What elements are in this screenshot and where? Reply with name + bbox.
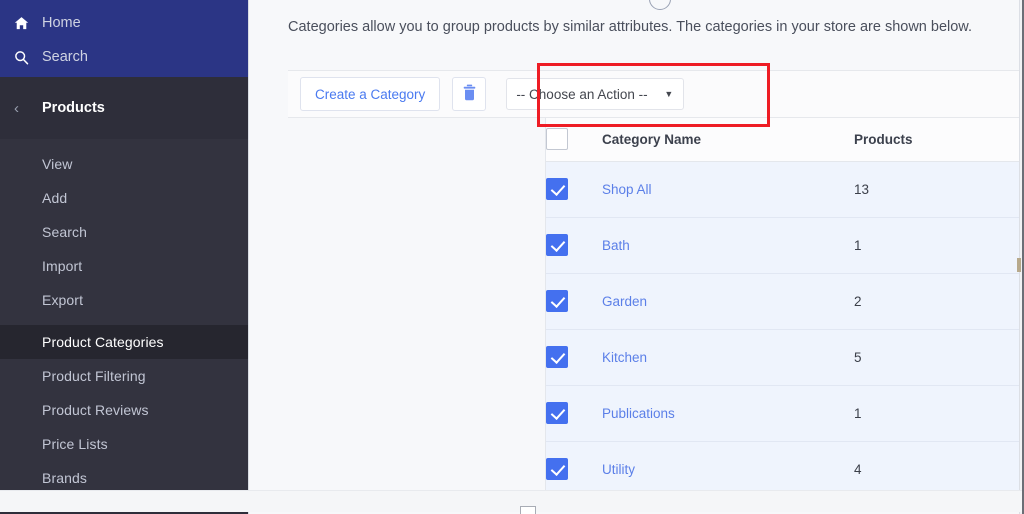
table-body: Shop All 13 Bath: [546, 161, 1022, 492]
table-header-products: Products: [854, 118, 1022, 161]
sidebar-item-price-lists-label: Price Lists: [42, 436, 108, 452]
sidebar-item-import[interactable]: Import: [0, 249, 248, 283]
delete-button[interactable]: [452, 77, 486, 111]
caret-down-icon: ▼: [664, 89, 673, 99]
categories-table: Category Name Products Shop All 13: [546, 118, 1022, 492]
product-count: 5: [854, 350, 862, 365]
row-products-cell: 1: [854, 217, 1022, 273]
sidebar-item-brands-label: Brands: [42, 470, 87, 486]
row-name-cell: Garden: [602, 273, 854, 329]
row-checkbox[interactable]: [546, 458, 568, 480]
choose-action-select-value: -- Choose an Action --: [516, 87, 647, 102]
product-count: 4: [854, 462, 862, 477]
sidebar: Home Search ‹ Products View Add: [0, 0, 248, 514]
choose-action-select[interactable]: -- Choose an Action -- ▼: [506, 78, 684, 110]
row-name-cell: Publications: [602, 385, 854, 441]
sidebar-section-products-label: Products: [42, 100, 105, 116]
row-products-cell: 13: [854, 161, 1022, 217]
product-count: 1: [854, 238, 862, 253]
sidebar-item-view-label: View: [42, 156, 73, 172]
sidebar-group-secondary: Product Categories Product Filtering Pro…: [0, 325, 248, 495]
row-name-cell: Utility: [602, 441, 854, 492]
horizontal-scrollbar-thumb[interactable]: [520, 506, 536, 514]
row-name-cell: Bath: [602, 217, 854, 273]
sidebar-item-import-label: Import: [42, 258, 82, 274]
row-checkbox-cell: [546, 385, 602, 441]
table-row: Kitchen 5: [546, 329, 1022, 385]
row-name-cell: Shop All: [602, 161, 854, 217]
sidebar-item-export[interactable]: Export: [0, 283, 248, 317]
table-row: Publications 1: [546, 385, 1022, 441]
vertical-scrollbar-thumb[interactable]: [1017, 258, 1021, 272]
page-description: Categories allow you to group products b…: [288, 19, 972, 35]
product-count: 13: [854, 182, 869, 197]
row-checkbox-cell: [546, 217, 602, 273]
search-icon: [14, 50, 42, 65]
table-row: Utility 4: [546, 441, 1022, 492]
row-checkbox[interactable]: [546, 346, 568, 368]
sidebar-section-products[interactable]: ‹ Products: [0, 77, 248, 139]
product-count: 2: [854, 294, 862, 309]
sidebar-item-search[interactable]: Search: [0, 40, 248, 74]
page-heading-circle-icon: [649, 0, 671, 10]
sidebar-item-home[interactable]: Home: [0, 6, 248, 40]
sidebar-item-product-categories[interactable]: Product Categories: [0, 325, 248, 359]
table-row: Shop All 13: [546, 161, 1022, 217]
table-header: Category Name Products: [546, 118, 1022, 161]
sidebar-item-search-label: Search: [42, 49, 88, 65]
row-checkbox-cell: [546, 441, 602, 492]
table-header-select-all: [546, 118, 602, 161]
category-link[interactable]: Kitchen: [602, 350, 647, 365]
category-link[interactable]: Shop All: [602, 182, 652, 197]
trash-icon: [462, 84, 477, 104]
sidebar-item-product-filtering[interactable]: Product Filtering: [0, 359, 248, 393]
sidebar-top-nav: Home Search: [0, 0, 248, 77]
app-window: Home Search ‹ Products View Add: [0, 0, 1024, 514]
sidebar-item-add[interactable]: Add: [0, 181, 248, 215]
sidebar-item-product-reviews[interactable]: Product Reviews: [0, 393, 248, 427]
row-products-cell: 5: [854, 329, 1022, 385]
sidebar-item-export-label: Export: [42, 292, 83, 308]
sidebar-item-product-filtering-label: Product Filtering: [42, 368, 146, 384]
chevron-left-icon: ‹: [14, 100, 42, 117]
row-name-cell: Kitchen: [602, 329, 854, 385]
row-checkbox-cell: [546, 329, 602, 385]
sidebar-group-primary: View Add Search Import Export: [0, 139, 248, 325]
table-toolbar: Create a Category -- Choose an Action --…: [288, 70, 1022, 118]
row-checkbox[interactable]: [546, 234, 568, 256]
main-content: Categories allow you to group products b…: [248, 0, 1022, 514]
horizontal-scrollbar[interactable]: [0, 490, 1022, 512]
sidebar-item-search-products[interactable]: Search: [0, 215, 248, 249]
row-checkbox[interactable]: [546, 178, 568, 200]
table-header-row: Category Name Products: [546, 118, 1022, 161]
sidebar-item-home-label: Home: [42, 15, 81, 31]
categories-table-container: Category Name Products Shop All 13: [545, 118, 1022, 492]
table-row: Bath 1: [546, 217, 1022, 273]
sidebar-item-search-products-label: Search: [42, 224, 87, 240]
row-checkbox[interactable]: [546, 402, 568, 424]
sidebar-item-product-reviews-label: Product Reviews: [42, 402, 149, 418]
row-checkbox-cell: [546, 273, 602, 329]
select-all-checkbox[interactable]: [546, 128, 568, 150]
row-checkbox-cell: [546, 161, 602, 217]
category-link[interactable]: Utility: [602, 462, 635, 477]
sidebar-item-add-label: Add: [42, 190, 67, 206]
category-link[interactable]: Publications: [602, 406, 675, 421]
row-checkbox[interactable]: [546, 290, 568, 312]
row-products-cell: 4: [854, 441, 1022, 492]
product-count: 1: [854, 406, 862, 421]
row-products-cell: 2: [854, 273, 1022, 329]
table-header-category-name: Category Name: [602, 118, 854, 161]
sidebar-item-view[interactable]: View: [0, 147, 248, 181]
sidebar-item-price-lists[interactable]: Price Lists: [0, 427, 248, 461]
category-link[interactable]: Bath: [602, 238, 630, 253]
create-category-button[interactable]: Create a Category: [300, 77, 440, 111]
vertical-scrollbar[interactable]: [1019, 0, 1022, 514]
row-products-cell: 1: [854, 385, 1022, 441]
table-row: Garden 2: [546, 273, 1022, 329]
category-link[interactable]: Garden: [602, 294, 647, 309]
sidebar-item-product-categories-label: Product Categories: [42, 334, 164, 350]
home-icon: [14, 16, 42, 31]
